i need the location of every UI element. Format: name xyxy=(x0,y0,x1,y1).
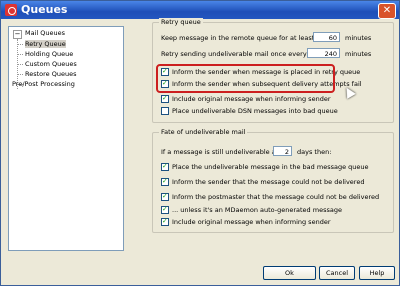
retry-minutes-unit: minutes xyxy=(345,50,372,58)
include-original-undeliverable-checkbox[interactable] xyxy=(161,217,169,226)
app-icon xyxy=(5,4,17,16)
tree-item-label: Mail Queues xyxy=(25,29,66,37)
queues-window: Queues ✕ − Mail Queues Retry Queue Holdi… xyxy=(0,0,400,286)
days-unit: days then: xyxy=(297,148,332,156)
tree-item-label: Pre/Post Processing xyxy=(12,80,75,88)
dsn-bad-queue-label: Place undeliverable DSN messages into ba… xyxy=(172,107,338,115)
ok-button[interactable]: Ok xyxy=(263,266,316,280)
queue-tree[interactable]: − Mail Queues Retry Queue Holding Queue … xyxy=(8,26,124,251)
red-highlight-box xyxy=(156,64,335,93)
tree-item-restore-queues[interactable]: Restore Queues xyxy=(25,70,76,78)
tree-item-label: Custom Queues xyxy=(25,60,77,68)
close-button[interactable]: ✕ xyxy=(378,3,396,19)
inform-postmaster-label: Inform the postmaster that the message c… xyxy=(172,193,380,201)
unless-auto-generated-checkbox[interactable] xyxy=(161,205,169,214)
include-original-retry-checkbox[interactable] xyxy=(161,94,169,103)
inform-sender-undeliverable-checkbox[interactable] xyxy=(161,177,169,186)
retry-queue-legend: Retry queue xyxy=(159,18,203,26)
cancel-button[interactable]: Cancel xyxy=(319,266,355,280)
place-bad-queue-label: Place the undeliverable message in the b… xyxy=(172,163,369,171)
retry-sending-label: Retry sending undeliverable mail once ev… xyxy=(161,50,307,58)
keep-minutes-input[interactable]: 60 xyxy=(313,32,340,42)
place-bad-queue-checkbox[interactable] xyxy=(161,162,169,171)
tree-item-label: Restore Queues xyxy=(25,70,77,78)
tree-item-retry-queue[interactable]: Retry Queue xyxy=(25,40,66,48)
tree-item-holding-queue[interactable]: Holding Queue xyxy=(25,50,73,58)
include-original-undeliverable-label: Include original message when informing … xyxy=(172,218,331,226)
undeliverable-legend: Fate of undeliverable mail xyxy=(159,128,248,136)
inform-sender-undeliverable-label: Inform the sender that the message could… xyxy=(172,178,365,186)
tree-item-label: Retry Queue xyxy=(25,40,66,48)
tree-item-mail-queues[interactable]: Mail Queues xyxy=(25,29,65,37)
days-input[interactable]: 2 xyxy=(273,146,292,156)
tree-item-label: Holding Queue xyxy=(25,50,74,58)
help-button[interactable]: Help xyxy=(359,266,395,280)
keep-minutes-unit: minutes xyxy=(345,34,372,42)
tree-collapse-icon[interactable]: − xyxy=(13,30,22,39)
keep-message-label: Keep message in the remote queue for at … xyxy=(161,34,315,42)
title-bar[interactable]: Queues ✕ xyxy=(1,1,399,19)
window-title: Queues xyxy=(21,3,68,16)
tree-item-pre-post-processing[interactable]: Pre/Post Processing xyxy=(12,80,75,88)
retry-minutes-input[interactable]: 240 xyxy=(307,48,340,58)
include-original-retry-label: Include original message when informing … xyxy=(172,95,331,103)
tree-item-custom-queues[interactable]: Custom Queues xyxy=(25,60,77,68)
inform-postmaster-checkbox[interactable] xyxy=(161,192,169,201)
unless-auto-generated-label: ... unless it's an MDaemon auto-generate… xyxy=(172,206,342,214)
undeliverable-after-label: If a message is still undeliverable afte… xyxy=(161,148,288,156)
dsn-bad-queue-checkbox[interactable] xyxy=(161,107,169,115)
